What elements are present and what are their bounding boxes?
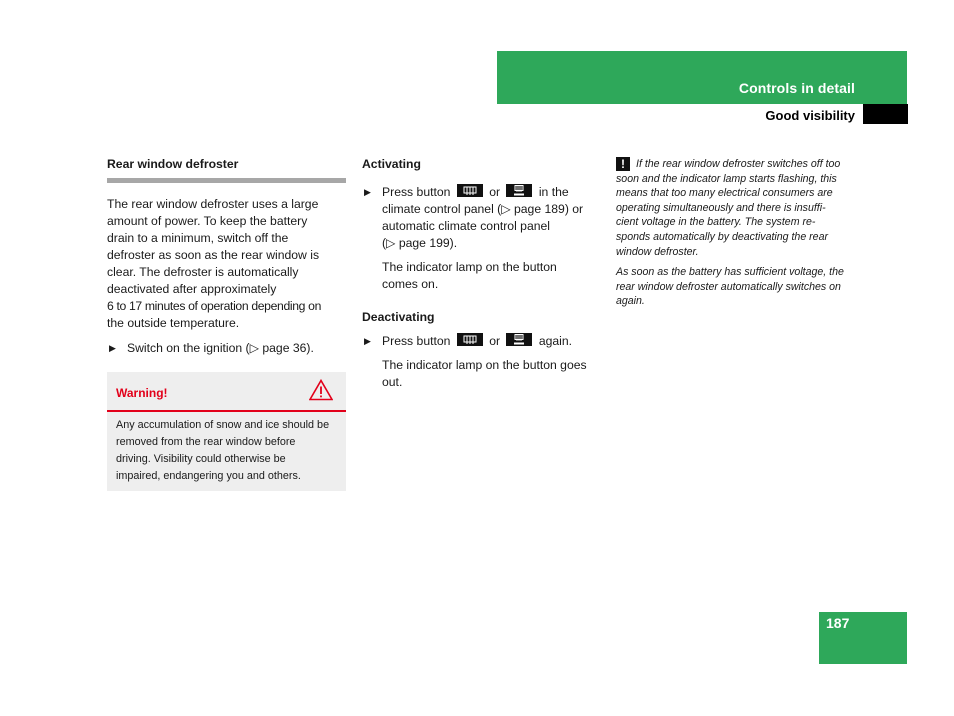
bullet-arrow-icon: ▶ bbox=[109, 343, 116, 353]
text-line: 6 to 17 minutes of operation depending o… bbox=[107, 299, 321, 313]
text-line: removed from the rear window before bbox=[116, 436, 296, 448]
activating-step: ▶ Press button or in the climate control… bbox=[362, 184, 602, 252]
exclamation-icon: ! bbox=[616, 157, 630, 171]
bullet-arrow-icon: ▶ bbox=[364, 336, 371, 346]
text-line: deactivated after approximately bbox=[107, 282, 277, 296]
text-part: Press button bbox=[382, 185, 451, 199]
text-line: soon and the indicator lamp starts flash… bbox=[616, 172, 837, 185]
note-paragraph-2: As soon as the battery has sufficient vo… bbox=[616, 265, 858, 309]
text-part: again. bbox=[538, 334, 573, 348]
text-line: means that too many electrical consumers… bbox=[616, 187, 833, 200]
note-paragraph: ! If the rear window defroster switches o… bbox=[616, 157, 858, 259]
deactivating-heading: Deactivating bbox=[362, 310, 435, 324]
section-marker bbox=[863, 104, 908, 124]
right-column-note: ! If the rear window defroster switches o… bbox=[616, 157, 858, 309]
text-line: rear window defroster automatically swit… bbox=[616, 280, 841, 293]
text-line: impaired, endangering you and others. bbox=[116, 470, 301, 482]
rear-defroster-button-icon bbox=[456, 184, 483, 198]
chapter-title: Controls in detail bbox=[738, 80, 855, 96]
warning-header: Warning! bbox=[107, 372, 346, 412]
left-column: Rear window defroster The rear window de… bbox=[107, 156, 346, 491]
text-line: The indicator lamp on the button bbox=[382, 260, 557, 274]
text-line: window defroster. bbox=[616, 245, 699, 258]
text-line: driving. Visibility could otherwise be bbox=[116, 453, 286, 465]
text-part: or bbox=[489, 185, 501, 199]
rear-defroster-button-icon bbox=[456, 333, 483, 347]
warning-box: Warning! Any accumulation of snow and ic… bbox=[107, 372, 346, 491]
text-line: cient voltage in the battery. The system… bbox=[616, 216, 816, 229]
warning-triangle-icon bbox=[309, 379, 333, 401]
text-part: or bbox=[489, 334, 501, 348]
text-line: clear. The defroster is automatically bbox=[107, 265, 299, 279]
text-line: out. bbox=[382, 375, 403, 389]
text-line: If the rear window defroster switches of… bbox=[636, 158, 841, 170]
section-heading: Rear window defroster bbox=[107, 157, 239, 171]
header-green-bar bbox=[497, 51, 907, 104]
deactivating-result: The indicator lamp on the button goes ou… bbox=[362, 357, 602, 391]
page-number: 187 bbox=[826, 615, 850, 631]
activating-result: The indicator lamp on the button comes o… bbox=[362, 259, 602, 293]
text-line: defroster as soon as the rear window is bbox=[107, 248, 320, 262]
text-line: operating simultaneously and there is in… bbox=[616, 201, 826, 214]
text-line: automatic climate control panel bbox=[382, 219, 551, 233]
text-line: again. bbox=[616, 295, 645, 308]
text-line: comes on. bbox=[382, 277, 439, 291]
heading-rule bbox=[107, 178, 346, 183]
activating-heading: Activating bbox=[362, 157, 421, 171]
text-line: climate control panel (▷ page 189) or bbox=[382, 202, 584, 216]
text-part: in the bbox=[538, 185, 569, 199]
text-line: the outside temperature. bbox=[107, 316, 240, 330]
text-line: The indicator lamp on the button goes bbox=[382, 358, 587, 372]
bullet-arrow-icon: ▶ bbox=[364, 187, 371, 197]
intro-paragraph: The rear window defroster uses a large a… bbox=[107, 196, 346, 332]
text-line: Any accumulation of snow and ice should … bbox=[116, 419, 330, 431]
warning-title: Warning! bbox=[116, 386, 168, 400]
text-line: (▷ page 199). bbox=[382, 236, 458, 250]
deactivating-step: ▶ Press button or again. bbox=[362, 333, 602, 350]
warning-text: Any accumulation of snow and ice should … bbox=[107, 412, 346, 491]
step-text: Switch on the ignition (▷ page 36). bbox=[127, 341, 314, 355]
text-line: amount of power. To keep the battery bbox=[107, 214, 308, 228]
text-line: drain to a minimum, switch off the bbox=[107, 231, 289, 245]
text-line: The rear window defroster uses a large bbox=[107, 197, 319, 211]
step-item: ▶ Switch on the ignition (▷ page 36). bbox=[107, 340, 346, 357]
text-line: As soon as the battery has sufficient vo… bbox=[616, 266, 844, 279]
text-part: Press button bbox=[382, 334, 451, 348]
section-title: Good visibility bbox=[765, 108, 855, 123]
rear-defroster-rear-button-icon bbox=[506, 184, 533, 198]
middle-column: Activating ▶ Press button or in the clim… bbox=[362, 156, 602, 391]
text-line: sponds automatically by deactivating the… bbox=[616, 230, 828, 243]
rear-defroster-rear-button-icon bbox=[506, 333, 533, 347]
